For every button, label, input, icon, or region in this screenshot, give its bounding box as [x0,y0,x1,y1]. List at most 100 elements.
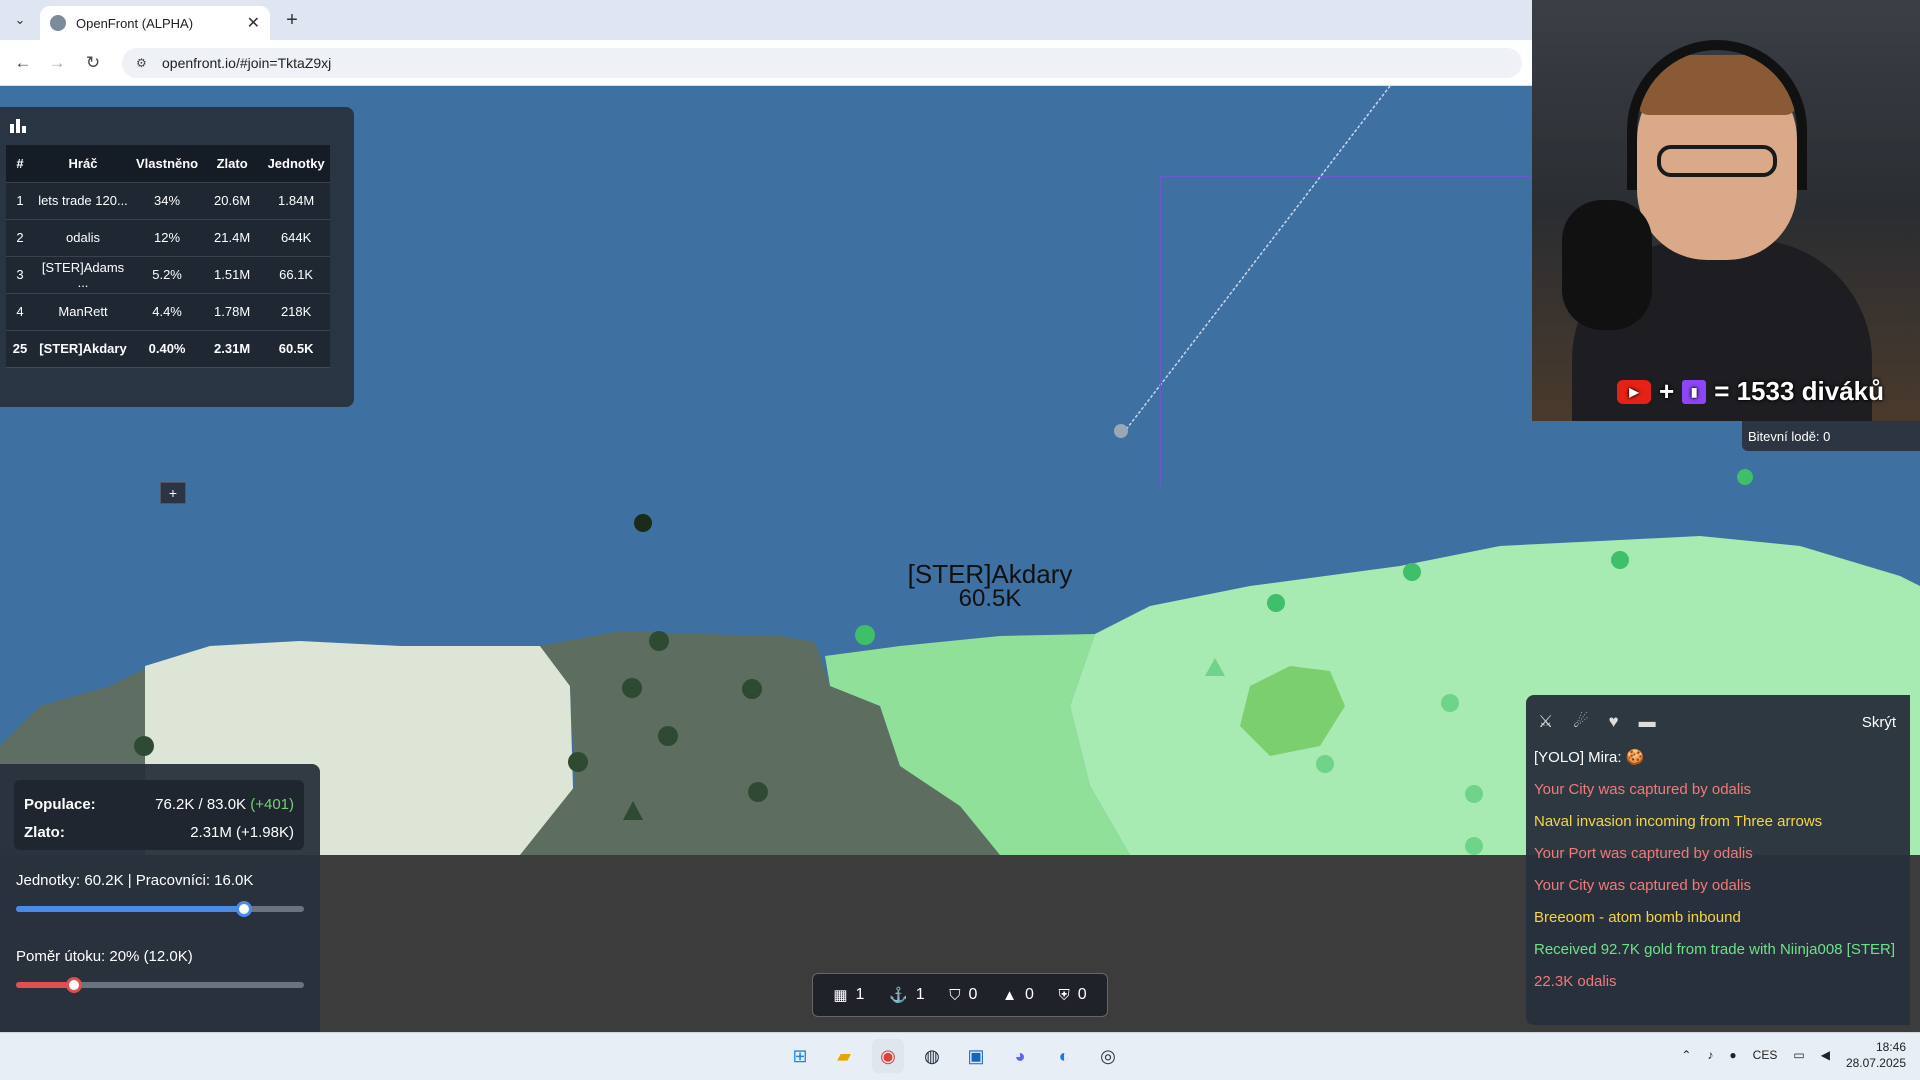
event-item: Your Port was captured by odalis [1534,845,1753,862]
attack-ratio-slider[interactable] [16,977,304,993]
player-stats-panel: Populace: 76.2K / 83.0K (+401) Zlato: 2.… [0,764,320,1032]
player-name: [STER]Akdary [907,559,1073,589]
player: [STER]Adams ... [34,256,132,294]
network-icon[interactable]: ▭ [1793,1048,1804,1062]
address-bar[interactable]: ⚙ openfront.io/#join=TktaZ9xj [122,48,1522,78]
leaderboard-row-self[interactable]: 25 [STER]Akdary 0.40% 2.31M 60.5K [6,330,331,368]
microphone-icon[interactable]: ● [1729,1048,1736,1062]
steam-icon[interactable]: ◍ [916,1039,948,1073]
windows-start-icon[interactable]: ⊞ [784,1039,816,1073]
youtube-icon: ▶ [1617,379,1651,404]
sword-filter-icon[interactable]: ⚔ [1538,712,1553,732]
tab-search-button[interactable]: ⌄ [8,8,32,32]
chat-filter-icon[interactable]: ▬ [1639,712,1656,732]
missile-count[interactable]: ▲ 0 [1002,986,1034,1004]
rank: 1 [6,182,34,220]
units: 60.5K [262,330,331,368]
browser-tab[interactable]: OpenFront (ALPHA) ✕ [40,6,270,40]
browser-tab-bar: ⌄ OpenFront (ALPHA) ✕ + [0,0,1532,40]
volume-icon[interactable]: ♪ [1707,1048,1713,1062]
leaderboard-table: # Hráč Vlastněno Zlato Jednotky 1 lets t… [6,145,331,368]
event-item: [YOLO] Mira: 🍪 [1534,749,1645,766]
browser-toolbar: ← → ↻ ⚙ openfront.io/#join=TktaZ9xj [0,40,1532,86]
missile-count-value: 0 [1024,986,1034,1003]
leaderboard-row[interactable]: 3 [STER]Adams ... 5.2% 1.51M 66.1K [6,256,331,294]
missile-silo-icon: ▲ [1002,986,1017,1004]
twitch-icon: ▮ [1682,379,1707,404]
defense-count[interactable]: ⛉ 0 [949,986,977,1004]
gold: 20.6M [202,182,263,220]
col-rank[interactable]: # [6,145,34,183]
tray-chevron-icon[interactable]: ⌃ [1681,1048,1691,1062]
sam-count-value: 0 [1077,986,1087,1003]
obs-icon[interactable]: ◎ [1092,1039,1124,1073]
attack-ratio-label: Poměr útoku: 20% (12.0K) [16,948,193,965]
leaderboard-expand-button[interactable]: + [160,482,186,504]
event-list: [YOLO] Mira: 🍪 Your City was captured by … [1534,747,1896,1003]
city-count[interactable]: ▦ 1 [833,986,864,1004]
alliance-filter-icon[interactable]: ♥ [1609,712,1619,732]
attack-slider-thumb[interactable] [65,977,82,993]
windows-taskbar: ⊞ ▰ ◉ ◍ ▣ ◕ ◐ ◎ ⌃ ♪ ● CES ▭ ◀ 18:46 28.0… [0,1032,1920,1080]
back-button[interactable]: ← [10,50,36,76]
player: lets trade 120... [34,182,132,220]
city-icon: ▦ [833,987,848,1004]
site-info-icon[interactable]: ⚙ [136,56,150,70]
troops-slider-thumb[interactable] [235,901,252,917]
clock-date: 28.07.2025 [1845,1056,1906,1070]
tab-close-button[interactable]: ✕ [247,13,260,33]
col-player[interactable]: Hráč [34,145,132,183]
streamer-webcam: ▶ + ▮ = 1533 diváků [1532,0,1920,421]
leaderboard-row[interactable]: 1 lets trade 120... 34% 20.6M 1.84M [6,182,331,220]
col-units[interactable]: Jednotky [262,145,331,183]
troops-ratio-label: Jednotky: 60.2K | Pracovníci: 16.0K [16,872,254,889]
app-window-icon[interactable]: ▣ [960,1039,992,1073]
discord-icon[interactable]: ◕ [1004,1039,1036,1073]
viewers-text: = 1533 diváků [1714,376,1885,406]
hide-events-button[interactable]: Skrýt [1862,714,1896,731]
leaderboard-row[interactable]: 4 ManRett 4.4% 1.78M 218K [6,293,331,331]
population-delta: (+401) [250,795,294,813]
col-owned[interactable]: Vlastněno [132,145,203,183]
system-tray: ⌃ ♪ ● CES ▭ ◀ 18:46 28.07.2025 [1681,1039,1906,1071]
player-label: [STER]Akdary 60.5K [900,561,1080,611]
col-gold[interactable]: Zlato [202,145,263,183]
troops-ratio-slider[interactable] [16,901,304,917]
gold: 21.4M [202,219,263,257]
owned: 4.4% [132,293,203,331]
event-filter-bar: ⚔ ☄ ♥ ▬ Skrýt [1538,709,1896,735]
owned: 12% [132,219,203,257]
file-explorer-icon[interactable]: ▰ [828,1039,860,1073]
messenger-icon[interactable]: ◐ [1048,1039,1080,1073]
clock[interactable]: 18:46 28.07.2025 [1846,1039,1906,1071]
owned: 34% [132,182,203,220]
rank: 4 [6,293,34,331]
player: ManRett [34,293,132,331]
language-indicator[interactable]: CES [1753,1048,1778,1062]
forward-button[interactable]: → [44,50,70,76]
player: odalis [34,219,132,257]
sam-count[interactable]: ⛨ 0 [1059,986,1087,1004]
gold: 2.31M [202,330,263,368]
port-count-value: 1 [915,986,925,1003]
units: 1.84M [262,182,331,220]
speaker-icon[interactable]: ◀ [1821,1048,1830,1062]
reload-button[interactable]: ↻ [80,50,106,76]
units: 644K [262,219,331,257]
event-item: Your City was captured by odalis [1534,781,1752,798]
chrome-icon[interactable]: ◉ [872,1039,904,1073]
new-tab-button[interactable]: + [280,8,304,32]
event-item: Your City was captured by odalis [1534,877,1752,894]
event-item: Received 92.7K gold from trade with Niin… [1534,941,1896,958]
bomb-filter-icon[interactable]: ☄ [1573,712,1588,732]
resource-box: Populace: 76.2K / 83.0K (+401) Zlato: 2.… [14,780,304,850]
gold-label: Zlato: [24,823,65,841]
bar-chart-icon[interactable] [9,117,27,133]
leaderboard-row[interactable]: 2 odalis 12% 21.4M 644K [6,219,331,257]
port-count[interactable]: ⚓ 1 [889,986,925,1004]
leaderboard-panel: # Hráč Vlastněno Zlato Jednotky 1 lets t… [0,107,354,504]
event-item: Naval invasion incoming from Three arrow… [1534,813,1823,830]
rank: 25 [6,330,34,368]
sam-shield-icon: ⛨ [1058,986,1070,1004]
shield-icon: ⛉ [949,986,961,1004]
